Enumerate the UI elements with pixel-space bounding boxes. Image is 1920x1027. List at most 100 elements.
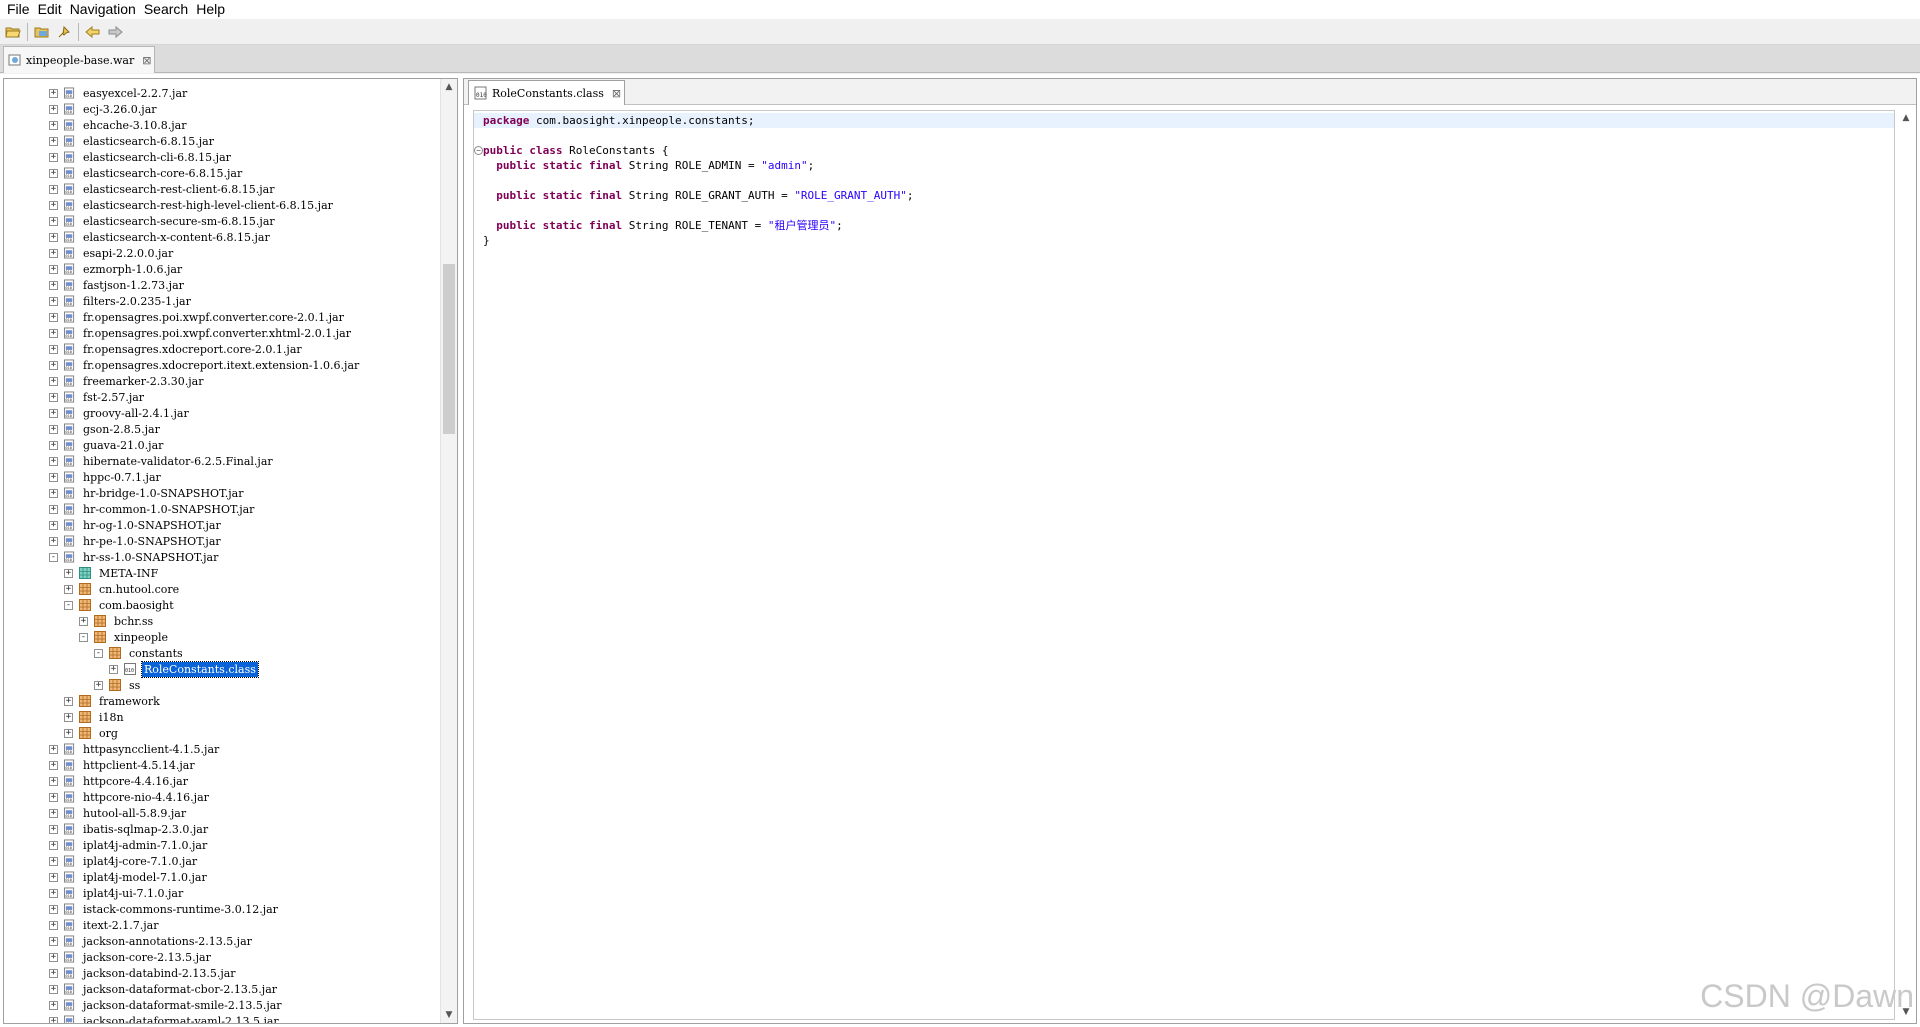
tree-row[interactable]: +010 ecj-3.26.0.jar	[4, 101, 441, 117]
tree-row[interactable]: +010 hr-og-1.0-SNAPSHOT.jar	[4, 517, 441, 533]
tree-row[interactable]: +010 hutool-all-5.8.9.jar	[4, 805, 441, 821]
expand-icon[interactable]: +	[49, 328, 58, 338]
tree-row[interactable]: +010 hr-bridge-1.0-SNAPSHOT.jar	[4, 485, 441, 501]
expand-icon[interactable]: +	[49, 152, 58, 162]
tree-row[interactable]: +010 fastjson-1.2.73.jar	[4, 277, 441, 293]
close-icon[interactable]: ⊠	[612, 87, 621, 100]
expand-icon[interactable]: +	[49, 936, 58, 946]
tree-row[interactable]: + bchr.ss	[4, 613, 441, 629]
expand-icon[interactable]: +	[49, 792, 58, 802]
expand-icon[interactable]: +	[49, 280, 58, 290]
forward-arrow-icon[interactable]	[104, 21, 126, 43]
expand-icon[interactable]: +	[49, 216, 58, 226]
tree-row[interactable]: +010 httpcore-nio-4.4.16.jar	[4, 789, 441, 805]
expand-icon[interactable]: +	[49, 408, 58, 418]
tree-row[interactable]: + org	[4, 725, 441, 741]
tree-row[interactable]: +010 iplat4j-ui-7.1.0.jar	[4, 885, 441, 901]
fold-toggle-icon[interactable]: −	[474, 146, 483, 155]
tree-row[interactable]: + cn.hutool.core	[4, 581, 441, 597]
expand-icon[interactable]: +	[49, 776, 58, 786]
open-folder-icon[interactable]	[31, 21, 53, 43]
tree-row[interactable]: +010 itext-2.1.7.jar	[4, 917, 441, 933]
expand-icon[interactable]: +	[64, 696, 73, 706]
expand-icon[interactable]: +	[49, 904, 58, 914]
expand-icon[interactable]: +	[49, 296, 58, 306]
expand-icon[interactable]: +	[49, 392, 58, 402]
expand-icon[interactable]: +	[49, 872, 58, 882]
tree-row[interactable]: +010 fr.opensagres.poi.xwpf.converter.xht…	[4, 325, 441, 341]
tab-war-file[interactable]: xinpeople-base.war ⊠	[3, 46, 155, 73]
tree-row[interactable]: +010 httpcore-4.4.16.jar	[4, 773, 441, 789]
expand-icon[interactable]: +	[49, 536, 58, 546]
expand-icon[interactable]: +	[49, 104, 58, 114]
expand-icon[interactable]: +	[49, 168, 58, 178]
scroll-thumb[interactable]	[443, 264, 455, 434]
tree-row[interactable]: +010 elasticsearch-core-6.8.15.jar	[4, 165, 441, 181]
collapse-icon[interactable]: -	[49, 552, 58, 562]
code-line[interactable]	[474, 128, 1894, 143]
tree-row[interactable]: +010 RoleConstants.class	[4, 660, 441, 678]
tree-row[interactable]: + framework	[4, 693, 441, 709]
tree-row[interactable]: +010 jackson-dataformat-smile-2.13.5.jar	[4, 997, 441, 1013]
pin-icon[interactable]	[53, 21, 75, 43]
expand-icon[interactable]: +	[49, 376, 58, 386]
scroll-up-icon[interactable]: ▲	[1898, 110, 1914, 126]
tree-row[interactable]: +010 jackson-dataformat-yaml-2.13.5.jar	[4, 1013, 441, 1023]
code-line[interactable]: public static final String ROLE_GRANT_AU…	[474, 188, 1894, 203]
expand-icon[interactable]: +	[49, 360, 58, 370]
tree-row[interactable]: + i18n	[4, 709, 441, 725]
expand-icon[interactable]: +	[49, 968, 58, 978]
code-line[interactable]: }	[474, 233, 1894, 248]
expand-icon[interactable]: +	[49, 232, 58, 242]
collapse-icon[interactable]: -	[64, 600, 73, 610]
menu-search[interactable]: Search	[141, 0, 193, 19]
expand-icon[interactable]: +	[49, 136, 58, 146]
menu-navigation[interactable]: Navigation	[67, 0, 141, 19]
open-file-icon[interactable]	[2, 21, 24, 43]
menu-file[interactable]: File	[4, 0, 35, 19]
tree-row[interactable]: +010 ehcache-3.10.8.jar	[4, 117, 441, 133]
tree-row[interactable]: +010 esapi-2.2.0.0.jar	[4, 245, 441, 261]
code-editor[interactable]: package com.baosight.xinpeople.constants…	[473, 110, 1895, 1020]
tree-scrollbar[interactable]: ▲ ▼	[440, 79, 457, 1023]
expand-icon[interactable]: +	[49, 952, 58, 962]
expand-icon[interactable]: +	[49, 504, 58, 514]
expand-icon[interactable]: +	[49, 1000, 58, 1010]
code-line[interactable]: package com.baosight.xinpeople.constants…	[474, 113, 1894, 128]
expand-icon[interactable]: +	[49, 248, 58, 258]
collapse-icon[interactable]: -	[94, 648, 103, 658]
expand-icon[interactable]: +	[49, 456, 58, 466]
code-line[interactable]	[474, 203, 1894, 218]
tree-row[interactable]: +010 fst-2.57.jar	[4, 389, 441, 405]
expand-icon[interactable]: +	[49, 312, 58, 322]
tree-row[interactable]: +010 fr.opensagres.xdocreport.itext.exten…	[4, 357, 441, 373]
expand-icon[interactable]: +	[49, 264, 58, 274]
expand-icon[interactable]: +	[49, 184, 58, 194]
expand-icon[interactable]: +	[49, 120, 58, 130]
expand-icon[interactable]: +	[79, 616, 88, 626]
expand-icon[interactable]: +	[49, 824, 58, 834]
tree-row[interactable]: +010 iplat4j-model-7.1.0.jar	[4, 869, 441, 885]
close-icon[interactable]: ⊠	[142, 54, 151, 67]
expand-icon[interactable]: +	[49, 424, 58, 434]
expand-icon[interactable]: +	[94, 680, 103, 690]
tree-row[interactable]: +010 ezmorph-1.0.6.jar	[4, 261, 441, 277]
menu-edit[interactable]: Edit	[35, 0, 67, 19]
tree-row[interactable]: +010 elasticsearch-rest-high-level-client…	[4, 197, 441, 213]
expand-icon[interactable]: +	[109, 664, 118, 674]
tree-row[interactable]: +010 fr.opensagres.poi.xwpf.converter.cor…	[4, 309, 441, 325]
tree-row[interactable]: +010 httpasyncclient-4.1.5.jar	[4, 741, 441, 757]
expand-icon[interactable]: +	[64, 728, 73, 738]
tree-row[interactable]: +010 hibernate-validator-6.2.5.Final.jar	[4, 453, 441, 469]
expand-icon[interactable]: +	[49, 760, 58, 770]
code-line[interactable]	[474, 173, 1894, 188]
expand-icon[interactable]: +	[49, 808, 58, 818]
expand-icon[interactable]: +	[64, 712, 73, 722]
tree-row[interactable]: +010 elasticsearch-rest-client-6.8.15.jar	[4, 181, 441, 197]
tree-row[interactable]: +010 iplat4j-core-7.1.0.jar	[4, 853, 441, 869]
code-line[interactable]: public static final String ROLE_TENANT =…	[474, 218, 1894, 233]
expand-icon[interactable]: +	[49, 520, 58, 530]
tree-row[interactable]: +010 istack-commons-runtime-3.0.12.jar	[4, 901, 441, 917]
expand-icon[interactable]: +	[49, 344, 58, 354]
tree-row[interactable]: +010 hr-common-1.0-SNAPSHOT.jar	[4, 501, 441, 517]
